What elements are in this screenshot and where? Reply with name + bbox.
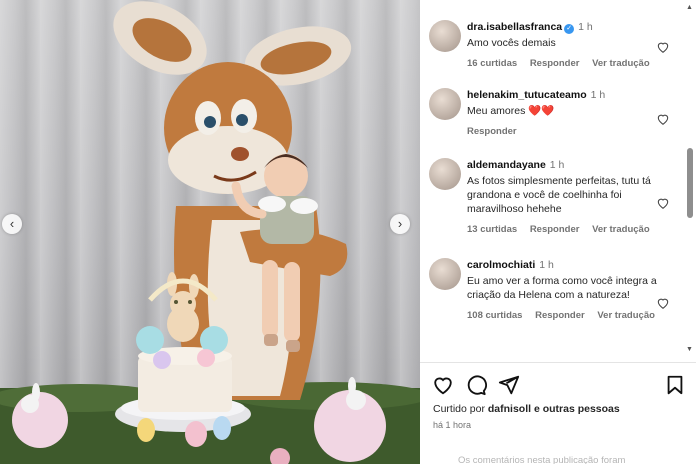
comments-scrollbar[interactable] xyxy=(687,148,693,218)
translate-button[interactable]: Ver tradução xyxy=(597,310,655,321)
avatar[interactable] xyxy=(429,20,461,52)
comment-username[interactable]: carolmochiati xyxy=(467,259,535,271)
post-actions-bar xyxy=(432,374,692,396)
post-timestamp: há 1 hora xyxy=(433,420,472,430)
comment-likes-count[interactable]: 16 curtidas xyxy=(467,58,517,69)
comment-text: Meu amores xyxy=(467,105,526,117)
comment-username[interactable]: helenakim_tutucateamo xyxy=(467,89,587,101)
post-image[interactable]: ‹ › xyxy=(0,0,420,464)
avatar[interactable] xyxy=(429,88,461,120)
heart-emoji: ❤️❤️ xyxy=(528,105,555,117)
comment-text: As fotos simplesmente perfeitas, tutu tá… xyxy=(467,175,651,215)
comment-likes-count[interactable]: 13 curtidas xyxy=(467,224,517,235)
avatar[interactable] xyxy=(429,158,461,190)
comments-disabled-notice: Os comentários nesta publicação foram xyxy=(458,455,626,464)
divider xyxy=(420,362,696,363)
liked-by-username[interactable]: dafnisoll xyxy=(488,403,531,415)
comment-time[interactable]: 1 h xyxy=(539,259,554,271)
comment-likes-count[interactable]: 108 curtidas xyxy=(467,310,522,321)
reply-button[interactable]: Responder xyxy=(535,310,585,321)
like-comment-heart-icon[interactable] xyxy=(656,296,670,310)
next-image-button[interactable]: › xyxy=(390,214,410,234)
comment-username[interactable]: aldemandayane xyxy=(467,159,546,171)
share-send-icon[interactable] xyxy=(498,374,520,396)
comment-text: Amo vocês demais xyxy=(467,37,556,49)
like-comment-heart-icon[interactable] xyxy=(656,112,670,126)
liked-prefix: Curtido por xyxy=(433,403,488,415)
comment-time[interactable]: 1 h xyxy=(550,159,565,171)
comments-list[interactable]: dra.isabellasfranca ✓ 1 h Amo vocês demais… xyxy=(420,0,696,362)
scroll-up-arrow-icon[interactable]: ▲ xyxy=(686,4,693,11)
post-side-panel: dra.isabellasfranca ✓ 1 h Amo vocês demais… xyxy=(420,0,696,464)
liked-by-text[interactable]: Curtido por dafnisoll e outras pessoas xyxy=(433,403,620,415)
translate-button[interactable]: Ver tradução xyxy=(592,224,650,235)
reply-button[interactable]: Responder xyxy=(467,126,517,137)
comment-time[interactable]: 1 h xyxy=(578,21,593,33)
like-comment-heart-icon[interactable] xyxy=(656,40,670,54)
avatar[interactable] xyxy=(429,258,461,290)
comment-username[interactable]: dra.isabellasfranca xyxy=(467,21,562,33)
reply-button[interactable]: Responder xyxy=(530,58,580,69)
reply-button[interactable]: Responder xyxy=(530,224,580,235)
easter-photo-illustration xyxy=(0,1,420,464)
like-heart-icon[interactable] xyxy=(432,374,454,396)
scroll-down-arrow-icon[interactable]: ▼ xyxy=(686,346,693,353)
liked-suffix[interactable]: e outras pessoas xyxy=(531,403,620,415)
comment-text: Eu amo ver a forma como você integra a c… xyxy=(467,275,657,301)
comment-bubble-icon[interactable] xyxy=(465,374,487,396)
verified-badge-icon: ✓ xyxy=(564,24,575,34)
translate-button[interactable]: Ver tradução xyxy=(592,58,650,69)
comment-time[interactable]: 1 h xyxy=(591,89,606,101)
bookmark-icon[interactable] xyxy=(664,374,686,396)
previous-image-button[interactable]: ‹ xyxy=(2,214,22,234)
like-comment-heart-icon[interactable] xyxy=(656,196,670,210)
